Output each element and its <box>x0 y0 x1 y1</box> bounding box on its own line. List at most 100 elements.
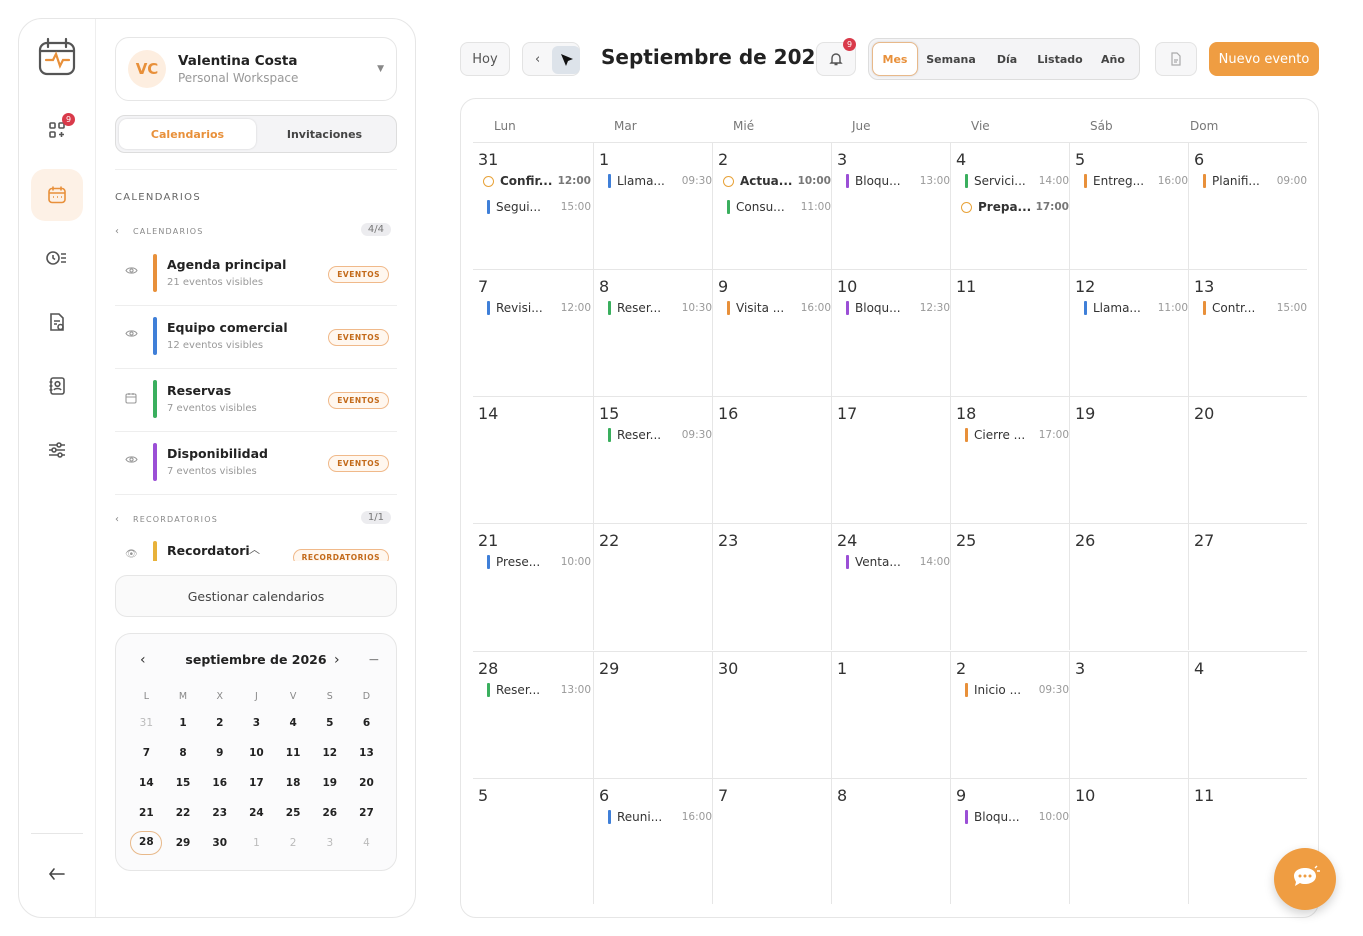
document-icon[interactable] <box>38 303 76 341</box>
mini-day[interactable]: 1 <box>238 828 275 858</box>
chat-button[interactable] <box>1274 848 1336 910</box>
day-cell[interactable]: 15 Reser... 09:30 <box>593 396 712 523</box>
mini-day[interactable]: 26 <box>311 798 348 828</box>
day-cell[interactable]: 30 <box>712 651 831 778</box>
event-chip[interactable]: Actua... 10:00 <box>723 174 831 188</box>
day-cell[interactable]: 5 Entreg... 16:00 <box>1069 142 1188 269</box>
mini-day[interactable]: 23 <box>201 798 238 828</box>
today-button[interactable]: Hoy <box>460 42 510 76</box>
day-cell[interactable]: 20 <box>1188 396 1307 523</box>
calendar-nav-icon[interactable] <box>31 169 83 221</box>
mini-day[interactable]: 9 <box>201 738 238 768</box>
eye-icon[interactable] <box>125 455 138 467</box>
day-cell[interactable]: 1 <box>831 651 950 778</box>
event-chip[interactable]: Contr... 15:00 <box>1203 301 1307 315</box>
calendar-item[interactable]: Reservas 7 eventos visibles EVENTOS <box>115 369 397 432</box>
day-cell[interactable]: 25 <box>950 523 1069 650</box>
day-cell[interactable]: 24 Venta... 14:00 <box>831 523 950 650</box>
mini-day[interactable]: 11 <box>275 738 312 768</box>
mini-day[interactable]: 13 <box>348 738 385 768</box>
mini-day[interactable]: 4 <box>348 828 385 858</box>
calendar-item[interactable]: Equipo comercial 12 eventos visibles EVENT… <box>115 306 397 369</box>
day-cell[interactable]: 19 <box>1069 396 1188 523</box>
reminder-calendar-item[interactable]: 👁 Recordatori ︿ RECORDATORIOS <box>115 535 397 561</box>
day-cell[interactable]: 5 <box>473 778 593 904</box>
mini-day[interactable]: 10 <box>238 738 275 768</box>
day-cell[interactable]: 28 Reser... 13:00 <box>473 651 593 778</box>
mini-day[interactable]: 17 <box>238 768 275 798</box>
new-event-button[interactable]: Nuevo evento <box>1209 42 1319 76</box>
apps-icon[interactable]: 9 <box>38 111 76 149</box>
day-cell[interactable]: 31 Confir... 12:00 Segui... 15:00 <box>473 142 593 269</box>
event-chip[interactable]: Reuni... 16:00 <box>608 810 712 824</box>
event-chip[interactable]: Reser... 09:30 <box>608 428 712 442</box>
mini-next-button[interactable]: › <box>334 650 340 670</box>
event-chip[interactable]: Entreg... 16:00 <box>1084 174 1188 188</box>
next-month-button[interactable] <box>552 46 580 74</box>
eye-icon[interactable] <box>125 329 138 341</box>
event-chip[interactable]: Llama... 11:00 <box>1084 301 1188 315</box>
event-chip[interactable]: Visita ... 16:00 <box>727 301 831 315</box>
chevron-left-icon[interactable]: ‹ <box>115 514 133 525</box>
mini-day[interactable]: 16 <box>201 768 238 798</box>
day-cell[interactable]: 27 <box>1188 523 1307 650</box>
day-cell[interactable]: 22 <box>593 523 712 650</box>
day-cell[interactable]: 18 Cierre ... 17:00 <box>950 396 1069 523</box>
event-chip[interactable]: Bloqu... 10:00 <box>965 810 1069 824</box>
day-cell[interactable]: 6 Planifi... 09:00 <box>1188 142 1307 269</box>
collapse-sidebar-icon[interactable] <box>38 855 76 893</box>
mini-day[interactable]: 7 <box>128 738 165 768</box>
mini-day[interactable]: 19 <box>311 768 348 798</box>
view-dia[interactable]: Día <box>984 42 1030 76</box>
event-chip[interactable]: Bloqu... 13:00 <box>846 174 950 188</box>
eye-icon[interactable]: 👁 <box>125 549 138 560</box>
chevron-up-icon[interactable]: ︿ <box>249 541 260 557</box>
mini-day[interactable]: 28 <box>128 828 165 858</box>
chevron-left-icon[interactable]: ‹ <box>115 226 133 237</box>
day-cell[interactable]: 14 <box>473 396 593 523</box>
day-cell[interactable]: 9 Visita ... 16:00 <box>712 269 831 396</box>
mini-day[interactable]: 3 <box>238 708 275 738</box>
day-cell[interactable]: 1 Llama... 09:30 <box>593 142 712 269</box>
contacts-icon[interactable] <box>38 367 76 405</box>
day-cell[interactable]: 29 <box>593 651 712 778</box>
event-chip[interactable]: Cierre ... 17:00 <box>965 428 1069 442</box>
mini-day[interactable]: 2 <box>201 708 238 738</box>
day-cell[interactable]: 10 Bloqu... 12:30 <box>831 269 950 396</box>
mini-day[interactable]: 2 <box>275 828 312 858</box>
mini-day[interactable]: 29 <box>165 828 202 858</box>
day-cell[interactable]: 2 Actua... 10:00 Consu... 11:00 <box>712 142 831 269</box>
tab-calendarios[interactable]: Calendarios <box>119 119 256 149</box>
day-cell[interactable]: 26 <box>1069 523 1188 650</box>
day-cell[interactable]: 12 Llama... 11:00 <box>1069 269 1188 396</box>
mini-day[interactable]: 24 <box>238 798 275 828</box>
day-cell[interactable]: 16 <box>712 396 831 523</box>
mini-day[interactable]: 3 <box>311 828 348 858</box>
day-cell[interactable]: 9 Bloqu... 10:00 <box>950 778 1069 904</box>
day-cell[interactable]: 3 <box>1069 651 1188 778</box>
mini-day[interactable]: 30 <box>201 828 238 858</box>
event-chip[interactable]: Llama... 09:30 <box>608 174 712 188</box>
mini-day[interactable]: 6 <box>348 708 385 738</box>
view-mes[interactable]: Mes <box>872 42 918 76</box>
calendar-icon[interactable] <box>125 392 137 407</box>
chevron-down-icon[interactable]: ▼ <box>377 64 384 74</box>
view-listado[interactable]: Listado <box>1030 42 1090 76</box>
eye-icon[interactable] <box>125 266 138 278</box>
mini-day[interactable]: 1 <box>165 708 202 738</box>
day-cell[interactable]: 21 Prese... 10:00 <box>473 523 593 650</box>
mini-day[interactable]: 31 <box>128 708 165 738</box>
settings-sliders-icon[interactable] <box>38 431 76 469</box>
tab-invitaciones[interactable]: Invitaciones <box>256 119 393 149</box>
day-cell[interactable]: 7 Revisi... 12:00 <box>473 269 593 396</box>
mini-day[interactable]: 15 <box>165 768 202 798</box>
day-cell[interactable]: 13 Contr... 15:00 <box>1188 269 1307 396</box>
app-logo-icon[interactable] <box>35 35 79 79</box>
event-chip[interactable]: Inicio ... 09:30 <box>965 683 1069 697</box>
event-chip[interactable]: Servici... 14:00 <box>965 174 1069 188</box>
event-chip[interactable]: Segui... 15:00 <box>487 200 591 214</box>
mini-day[interactable]: 20 <box>348 768 385 798</box>
day-cell[interactable]: 10 <box>1069 778 1188 904</box>
mini-day[interactable]: 8 <box>165 738 202 768</box>
mini-day[interactable]: 12 <box>311 738 348 768</box>
